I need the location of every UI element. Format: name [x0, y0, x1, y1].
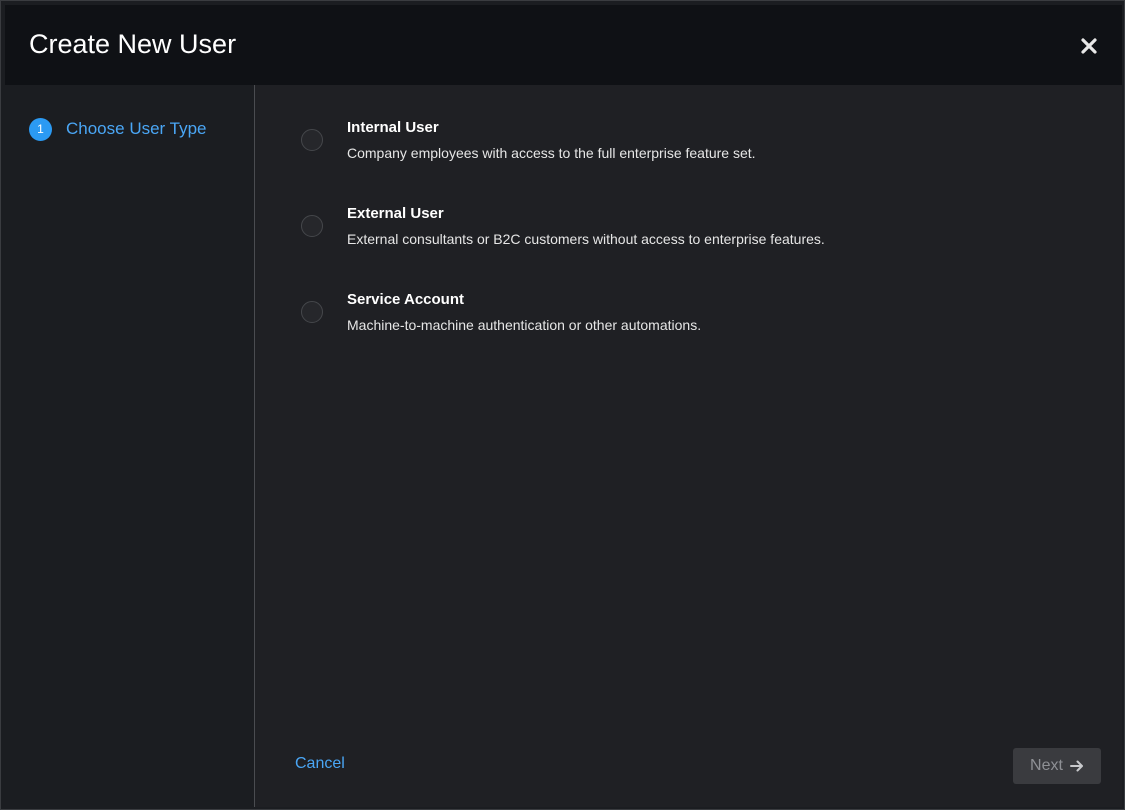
option-internal-user[interactable]: Internal User Company employees with acc…: [301, 119, 1061, 175]
option-external-user[interactable]: External User External consultants or B2…: [301, 205, 1061, 261]
option-description: Company employees with access to the ful…: [347, 145, 756, 161]
next-button[interactable]: Next: [1013, 748, 1101, 784]
wizard-step-choose-user-type[interactable]: 1 Choose User Type: [29, 117, 206, 141]
option-description: Machine-to-machine authentication or oth…: [347, 317, 702, 333]
arrow-right-icon: [1069, 759, 1084, 773]
radio-service-account[interactable]: [301, 301, 323, 323]
option-service-account[interactable]: Service Account Machine-to-machine authe…: [301, 291, 1061, 347]
option-title: Internal User: [347, 119, 439, 136]
option-description: External consultants or B2C customers wi…: [347, 231, 825, 247]
cancel-button[interactable]: Cancel: [295, 755, 345, 773]
dialog-header: Create New User: [5, 5, 1122, 85]
radio-external-user[interactable]: [301, 215, 323, 237]
dialog-title: Create New User: [29, 29, 237, 59]
dialog-body: 1 Choose User Type Internal User Company…: [5, 85, 1122, 807]
step-number-badge: 1: [29, 117, 52, 141]
next-button-label: Next: [1030, 757, 1063, 774]
option-title: Service Account: [347, 291, 464, 308]
radio-internal-user[interactable]: [301, 129, 323, 151]
wizard-sidebar: 1 Choose User Type: [5, 85, 255, 807]
option-title: External User: [347, 205, 444, 222]
wizard-main-panel: Internal User Company employees with acc…: [255, 85, 1122, 807]
create-user-dialog: Create New User 1 Choose User Type Inter…: [0, 0, 1125, 810]
step-label: Choose User Type: [66, 119, 207, 138]
close-icon[interactable]: [1078, 35, 1100, 57]
